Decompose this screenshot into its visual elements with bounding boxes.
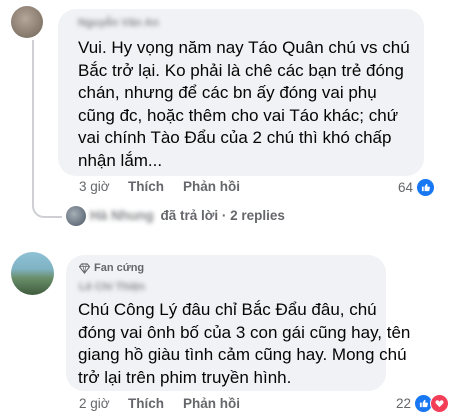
avatar[interactable] [11, 6, 43, 38]
comment-text-line: vai chính Tào Đẩu của 2 chú thì khó chấp [78, 128, 392, 147]
comment-text-line: chán, nhưng để các bn ấy đóng vai phụ [78, 83, 377, 102]
reaction-count: 64 [398, 180, 414, 195]
reply-button[interactable]: Phản hồi [183, 396, 240, 411]
like-button[interactable]: Thích [128, 396, 164, 411]
view-replies-link[interactable]: Hà Nhung đã trả lời · 2 replies [90, 208, 285, 223]
comment-text-line: trở lại trên phim truyền hình. [78, 367, 292, 387]
comment-text-line: cũng đc, hoặc thêm cho vai Táo khác; chứ [78, 105, 399, 125]
comment-time[interactable]: 3 giờ [79, 179, 110, 194]
comment-text-line: giang hồ giàu tình cảm cũng hay. Mong ch… [78, 345, 407, 364]
comment-text: Vui. Hy vọng năm nay Táo Quân chú vs chú… [78, 37, 418, 172]
replies-count-text: đã trả lời · 2 replies [160, 208, 285, 223]
comment-time[interactable]: 2 giờ [79, 396, 110, 411]
fan-badge[interactable]: Fan cứng [79, 262, 144, 274]
reaction-count: 22 [396, 396, 412, 411]
reaction-summary[interactable]: 22 [396, 394, 450, 413]
comment-text-line: đóng vai ônh bố của 3 con gái cũng hay, … [78, 322, 411, 342]
reply-author: Hà Nhung [90, 208, 154, 223]
like-icon [416, 178, 436, 197]
comment-text-line: nhận lắm... [78, 150, 163, 170]
comment-text-line: Vui. Hy vọng năm nay Táo Quân chú vs chú [78, 38, 410, 57]
fan-badge-label: Fan cứng [94, 262, 145, 274]
comment-author[interactable]: Lê Chí Thiện [79, 281, 145, 293]
reply-button[interactable]: Phản hồi [183, 179, 240, 194]
heart-icon [430, 394, 450, 413]
reaction-summary[interactable]: 64 [398, 178, 436, 197]
comment-author[interactable]: Nguyễn Văn An [78, 17, 159, 29]
avatar[interactable] [66, 206, 86, 226]
comment-text: Chú Công Lý đâu chỉ Bắc Đẩu đâu, chú đón… [78, 299, 411, 389]
comment-text-line: Bắc trở lại. Ko phải là chê các bạn trẻ … [78, 60, 404, 80]
avatar[interactable] [11, 252, 54, 295]
diamond-icon [79, 262, 90, 274]
like-button[interactable]: Thích [128, 179, 164, 194]
comment-text-line: Chú Công Lý đâu chỉ Bắc Đẩu đâu, chú [78, 300, 377, 319]
